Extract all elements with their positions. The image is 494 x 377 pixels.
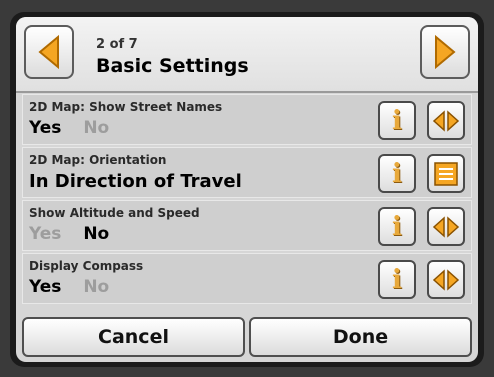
previous-page-button[interactable]	[24, 25, 74, 79]
info-icon: i	[392, 264, 402, 295]
setting-row-street-names: 2D Map: Show Street Names Yes No i	[22, 94, 472, 145]
info-icon: i	[392, 211, 402, 242]
info-icon: i	[392, 158, 402, 189]
setting-label: 2D Map: Show Street Names	[29, 100, 223, 114]
setting-label: 2D Map: Orientation	[29, 153, 167, 167]
left-right-arrows-icon	[432, 215, 460, 238]
next-page-button[interactable]	[420, 25, 470, 79]
header: 2 of 7 Basic Settings	[16, 17, 478, 93]
list-icon	[434, 161, 458, 186]
info-button[interactable]: i	[378, 207, 416, 246]
toggle-value-button[interactable]	[427, 101, 465, 140]
choose-value-button[interactable]	[427, 154, 465, 193]
setting-label: Show Altitude and Speed	[29, 206, 200, 220]
cancel-button[interactable]: Cancel	[22, 317, 245, 357]
setting-row-orientation: 2D Map: Orientation In Direction of Trav…	[22, 147, 472, 198]
setting-values: In Direction of Travel	[29, 171, 242, 192]
setting-label: Display Compass	[29, 259, 144, 273]
left-right-arrows-icon	[432, 268, 460, 291]
option-no[interactable]: No	[83, 224, 109, 244]
left-right-arrows-icon	[432, 109, 460, 132]
option-no[interactable]: No	[83, 118, 109, 138]
setting-row-display-compass: Display Compass Yes No i	[22, 253, 472, 304]
info-button[interactable]: i	[378, 260, 416, 299]
info-button[interactable]: i	[378, 154, 416, 193]
setting-values: Yes No	[29, 277, 125, 297]
page-counter: 2 of 7	[96, 37, 138, 52]
setting-values: Yes No	[29, 224, 125, 244]
arrow-left-icon	[38, 34, 59, 70]
option-yes[interactable]: Yes	[29, 277, 61, 297]
info-button[interactable]: i	[378, 101, 416, 140]
toggle-value-button[interactable]	[427, 207, 465, 246]
option-yes[interactable]: Yes	[29, 224, 61, 244]
setting-row-altitude-speed: Show Altitude and Speed Yes No i	[22, 200, 472, 251]
option-yes[interactable]: Yes	[29, 118, 61, 138]
setting-values: Yes No	[29, 118, 125, 138]
info-icon: i	[392, 105, 402, 136]
option-no[interactable]: No	[83, 277, 109, 297]
toggle-value-button[interactable]	[427, 260, 465, 299]
done-button[interactable]: Done	[249, 317, 472, 357]
setting-value: In Direction of Travel	[29, 171, 242, 192]
arrow-right-icon	[435, 34, 456, 70]
page-title: Basic Settings	[96, 55, 249, 77]
settings-panel: 2 of 7 Basic Settings 2D Map: Show Stree…	[16, 17, 478, 362]
